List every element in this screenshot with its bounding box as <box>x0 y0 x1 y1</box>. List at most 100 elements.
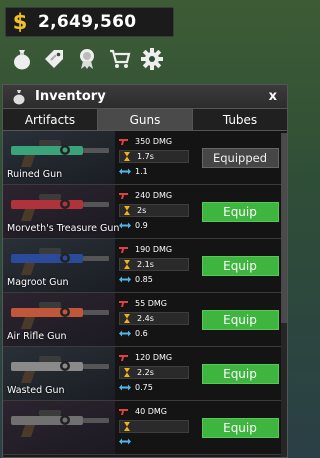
damage-value: 190 DMG <box>135 245 173 254</box>
rate-value: 2.4s <box>137 314 154 323</box>
rate-stat: 1.7s <box>119 150 189 163</box>
gun-actions: Equip <box>193 347 287 400</box>
gun-row: 40 DMG Equip <box>3 401 287 455</box>
gun-row: Magroot Gun 190 DMG 2.1s 0.85 Equip <box>3 239 287 293</box>
gun-damage-icon <box>119 301 128 307</box>
damage-value: 120 DMG <box>135 353 173 362</box>
gun-stats: 40 DMG <box>115 401 193 454</box>
damage-value: 40 DMG <box>135 407 167 416</box>
arrows-icon <box>119 168 131 175</box>
gun-stats: 55 DMG 2.4s 0.6 <box>115 293 193 346</box>
arrows-icon <box>119 384 131 391</box>
rate-value: 2s <box>137 206 147 215</box>
arrows-icon <box>119 438 131 445</box>
damage-stat: 350 DMG <box>119 135 193 148</box>
speed-value: 0.75 <box>135 383 153 392</box>
tag-icon[interactable] <box>40 45 68 73</box>
gun-name: Air Rifle Gun <box>7 331 67 342</box>
arrows-icon <box>119 222 131 229</box>
gun-row: Morveth's Treasure Gun 240 DMG 2s 0.9 Eq… <box>3 185 287 239</box>
bag-icon <box>13 89 25 104</box>
gun-row: Ruined Gun 350 DMG 1.7s 1.1 Equipped <box>3 131 287 185</box>
tab-artifacts[interactable]: Artifacts <box>3 109 98 130</box>
gun-stats: 240 DMG 2s 0.9 <box>115 185 193 238</box>
gun-image: Magroot Gun <box>3 239 115 292</box>
equip-button[interactable]: Equip <box>201 363 279 384</box>
gun-damage-icon <box>119 409 128 415</box>
gun-icon <box>11 302 109 329</box>
gun-stats: 350 DMG 1.7s 1.1 <box>115 131 193 184</box>
gun-image: Morveth's Treasure Gun <box>3 185 119 238</box>
rate-stat: 2s <box>119 204 189 217</box>
gun-damage-icon <box>119 193 128 199</box>
scrollbar-thumb[interactable] <box>281 133 287 323</box>
scrollbar[interactable] <box>281 133 287 457</box>
hourglass-icon <box>124 368 130 377</box>
gun-icon <box>11 410 109 437</box>
equip-button[interactable]: Equip <box>201 255 279 276</box>
speed-stat: 0.85 <box>119 273 193 286</box>
rate-stat: 2.1s <box>119 258 189 271</box>
gun-list: Ruined Gun 350 DMG 1.7s 1.1 Equipped Mor… <box>3 131 287 455</box>
arrows-icon <box>119 330 131 337</box>
gun-damage-icon <box>119 139 128 145</box>
top-menu <box>8 45 166 73</box>
gun-icon <box>11 356 109 383</box>
damage-stat: 190 DMG <box>119 243 193 256</box>
hourglass-icon <box>124 314 130 323</box>
money-display: $ 2,649,560 <box>5 7 174 37</box>
speed-stat: 0.75 <box>119 381 193 394</box>
speed-stat: 0.9 <box>119 219 193 232</box>
speed-stat <box>119 435 193 448</box>
equip-button[interactable]: Equip <box>201 309 279 330</box>
equip-button[interactable]: Equip <box>201 417 279 438</box>
damage-value: 240 DMG <box>135 191 173 200</box>
tab-tubes[interactable]: Tubes <box>193 109 287 130</box>
inventory-title: Inventory <box>35 89 106 104</box>
cart-icon[interactable] <box>106 45 134 73</box>
damage-stat: 55 DMG <box>119 297 193 310</box>
rate-stat: 2.4s <box>119 312 189 325</box>
gun-stats: 120 DMG 2.2s 0.75 <box>115 347 193 400</box>
gun-damage-icon <box>119 247 128 253</box>
gun-actions: Equip <box>193 293 287 346</box>
gun-actions: Equipped <box>193 131 287 184</box>
damage-stat: 240 DMG <box>119 189 193 202</box>
speed-value: 1.1 <box>135 167 148 176</box>
speed-value: 0.6 <box>135 329 148 338</box>
gun-image: Wasted Gun <box>3 347 115 400</box>
money-bag-icon[interactable] <box>8 45 36 73</box>
gun-name: Wasted Gun <box>7 385 65 396</box>
rate-stat <box>119 420 189 433</box>
rate-value: 1.7s <box>137 152 154 161</box>
badge-icon[interactable] <box>73 45 101 73</box>
damage-value: 350 DMG <box>135 137 173 146</box>
equipped-button[interactable]: Equipped <box>201 147 279 168</box>
dollar-icon: $ <box>12 10 28 34</box>
gun-image: Ruined Gun <box>3 131 115 184</box>
gun-stats: 190 DMG 2.1s 0.85 <box>115 239 193 292</box>
speed-value: 0.85 <box>135 275 153 284</box>
close-button[interactable]: x <box>269 89 277 104</box>
arrows-icon <box>119 276 131 283</box>
equip-button[interactable]: Equip <box>201 201 279 222</box>
money-amount: 2,649,560 <box>38 12 137 32</box>
gun-icon <box>11 194 109 221</box>
damage-stat: 40 DMG <box>119 405 193 418</box>
gear-icon[interactable] <box>138 45 166 73</box>
gun-icon <box>11 248 109 275</box>
gun-icon <box>11 140 109 167</box>
rate-value: 2.2s <box>137 368 154 377</box>
hourglass-icon <box>124 206 130 215</box>
hourglass-icon <box>124 152 130 161</box>
gun-row: Air Rifle Gun 55 DMG 2.4s 0.6 Equip <box>3 293 287 347</box>
rate-stat: 2.2s <box>119 366 189 379</box>
gun-actions: Equip <box>193 401 287 454</box>
tab-guns[interactable]: Guns <box>98 109 193 130</box>
rate-value: 2.1s <box>137 260 154 269</box>
hourglass-icon <box>124 260 130 269</box>
damage-stat: 120 DMG <box>119 351 193 364</box>
gun-name: Ruined Gun <box>7 169 63 180</box>
gun-name: Magroot Gun <box>7 277 69 288</box>
speed-stat: 1.1 <box>119 165 193 178</box>
